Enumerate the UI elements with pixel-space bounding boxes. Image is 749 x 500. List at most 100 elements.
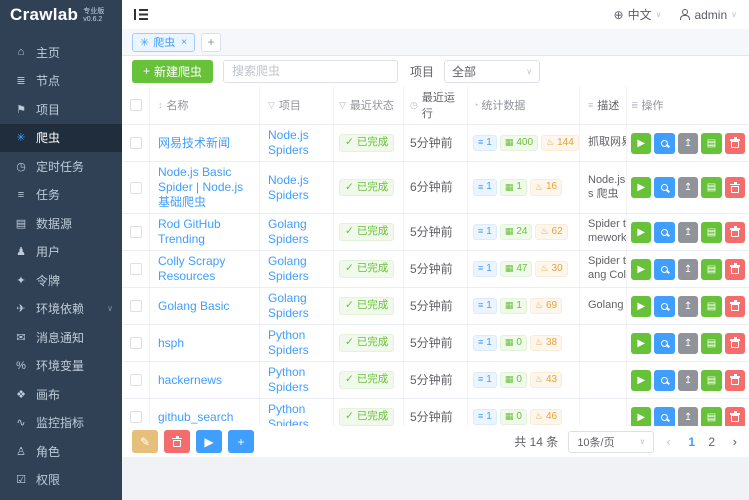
language-selector[interactable]: ⊕ 中文 ∨ (614, 6, 662, 23)
page-button-2[interactable]: 2 (703, 435, 721, 449)
sidebar-item-data-sources[interactable]: ▤ 数据源 (0, 209, 122, 238)
sidebar-item-canvas[interactable]: ❖ 画布 (0, 380, 122, 409)
column-header-status[interactable]: ▽ 最近状态 (334, 86, 404, 124)
sidebar-item-tokens[interactable]: ✦ 令牌 (0, 266, 122, 295)
page-size-select[interactable]: 10条/页 ∨ (568, 430, 655, 453)
view-spider-button[interactable] (654, 221, 675, 243)
project-link[interactable]: Golang Spiders (268, 254, 325, 284)
view-data-button[interactable]: ▤ (701, 332, 722, 354)
sidebar-item-schedules[interactable]: ◷ 定时任务 (0, 152, 122, 181)
delete-batch-button[interactable] (164, 430, 190, 453)
view-data-button[interactable]: ▤ (701, 132, 722, 154)
sidebar-item-notifications[interactable]: ✉ 消息通知 (0, 323, 122, 352)
sidebar-item-projects[interactable]: ⚑ 项目 (0, 95, 122, 124)
edit-batch-button[interactable]: ✎ (132, 430, 158, 453)
project-link[interactable]: Node.js Spiders (268, 128, 325, 158)
spider-name-link[interactable]: hsph (158, 336, 184, 351)
project-link[interactable]: Golang Spiders (268, 217, 325, 247)
run-spider-button[interactable]: ▶ (631, 132, 652, 154)
delete-spider-button[interactable] (724, 221, 746, 243)
tab-spiders[interactable]: ✳ 爬虫 × (132, 32, 196, 52)
view-spider-button[interactable] (654, 406, 675, 426)
row-checkbox[interactable] (129, 137, 142, 149)
upload-spider-button[interactable]: ↥ (677, 221, 699, 243)
row-checkbox[interactable] (129, 226, 142, 238)
project-link[interactable]: Python Spiders (268, 365, 325, 395)
column-header-check[interactable] (122, 86, 150, 124)
row-checkbox[interactable] (129, 300, 142, 312)
new-spider-button[interactable]: + 新建爬虫 (132, 59, 214, 83)
column-header-stats[interactable]: ◔ 统计数据 (468, 86, 580, 124)
row-checkbox[interactable] (129, 181, 142, 194)
upload-spider-button[interactable]: ↥ (677, 332, 699, 354)
user-menu[interactable]: admin ∨ (679, 8, 737, 22)
run-spider-button[interactable]: ▶ (631, 258, 652, 280)
close-tab-icon[interactable]: × (181, 37, 187, 48)
run-spider-button[interactable]: ▶ (631, 177, 652, 198)
project-link[interactable]: Python Spiders (268, 402, 325, 426)
spider-name-link[interactable]: Node.js Basic Spider | Node.js 基础爬虫 (158, 165, 251, 210)
sidebar-item-spiders[interactable]: ✳ 爬虫 (0, 123, 122, 152)
search-input[interactable] (223, 59, 399, 83)
sidebar-item-nodes[interactable]: ≣ 节点 (0, 67, 122, 96)
delete-spider-button[interactable] (724, 295, 746, 317)
prev-page-button[interactable]: ‹ (664, 434, 672, 449)
view-spider-button[interactable] (654, 369, 675, 391)
run-spider-button[interactable]: ▶ (631, 221, 652, 243)
upload-spider-button[interactable]: ↥ (677, 258, 699, 280)
view-data-button[interactable]: ▤ (701, 295, 722, 317)
delete-spider-button[interactable] (724, 177, 746, 198)
select-all-checkbox[interactable] (129, 99, 142, 111)
sidebar-item-home[interactable]: ⌂ 主页 (0, 38, 122, 67)
column-header-lastrun[interactable]: ◷ 最近运行 (404, 86, 468, 124)
spider-name-link[interactable]: Golang Basic (158, 299, 229, 314)
delete-spider-button[interactable] (724, 406, 746, 426)
sidebar-item-environment[interactable]: % 环境变量 (0, 352, 122, 381)
sidebar-item-users[interactable]: ♟ 用户 (0, 238, 122, 267)
view-spider-button[interactable] (654, 177, 675, 198)
spider-name-link[interactable]: Colly Scrapy Resources (158, 254, 251, 284)
delete-spider-button[interactable] (724, 332, 746, 354)
view-spider-button[interactable] (654, 258, 675, 280)
sidebar-collapse-icon[interactable] (134, 9, 148, 20)
project-link[interactable]: Node.js Spiders (268, 173, 325, 203)
page-button-1[interactable]: 1 (683, 435, 701, 449)
sidebar-item-metrics[interactable]: ∿ 监控指标 (0, 409, 122, 438)
run-spider-button[interactable]: ▶ (631, 406, 652, 426)
row-checkbox[interactable] (129, 337, 142, 349)
view-data-button[interactable]: ▤ (701, 406, 722, 426)
spider-name-link[interactable]: github_search (158, 410, 233, 425)
view-data-button[interactable]: ▤ (701, 221, 722, 243)
sidebar-item-roles[interactable]: ♙ 角色 (0, 437, 122, 466)
project-link[interactable]: Python Spiders (268, 328, 325, 358)
spider-name-link[interactable]: hackernews (158, 373, 222, 388)
upload-spider-button[interactable]: ↥ (677, 177, 699, 198)
delete-spider-button[interactable] (724, 132, 746, 154)
sidebar-item-permissions[interactable]: ☑ 权限 (0, 466, 122, 495)
run-spider-button[interactable]: ▶ (631, 332, 652, 354)
view-data-button[interactable]: ▤ (701, 369, 722, 391)
view-spider-button[interactable] (654, 132, 675, 154)
next-page-button[interactable]: › (731, 434, 739, 449)
run-batch-button[interactable]: ▶ (196, 430, 222, 453)
spider-name-link[interactable]: Rod GitHub Trending (158, 217, 251, 247)
upload-spider-button[interactable]: ↥ (677, 132, 699, 154)
row-checkbox[interactable] (129, 263, 142, 275)
view-data-button[interactable]: ▤ (701, 258, 722, 280)
run-spider-button[interactable]: ▶ (631, 295, 652, 317)
add-tab-button[interactable]: + (201, 32, 222, 52)
row-checkbox[interactable] (129, 411, 142, 423)
upload-spider-button[interactable]: ↥ (677, 295, 699, 317)
run-spider-button[interactable]: ▶ (631, 369, 652, 391)
column-header-desc[interactable]: ≡ 描述 (580, 86, 627, 124)
row-checkbox[interactable] (129, 374, 142, 386)
view-data-button[interactable]: ▤ (701, 177, 722, 198)
sidebar-item-tasks[interactable]: ≡ 任务 (0, 181, 122, 210)
spider-name-link[interactable]: 网易技术新闻 (158, 136, 230, 151)
create-batch-button[interactable]: + (228, 430, 254, 453)
delete-spider-button[interactable] (724, 369, 746, 391)
column-header-actions[interactable]: ≣ 操作 (627, 86, 749, 124)
column-header-name[interactable]: ↕ 名称 (150, 86, 260, 124)
project-filter-select[interactable]: 全部 ∨ (444, 59, 541, 83)
delete-spider-button[interactable] (724, 258, 746, 280)
